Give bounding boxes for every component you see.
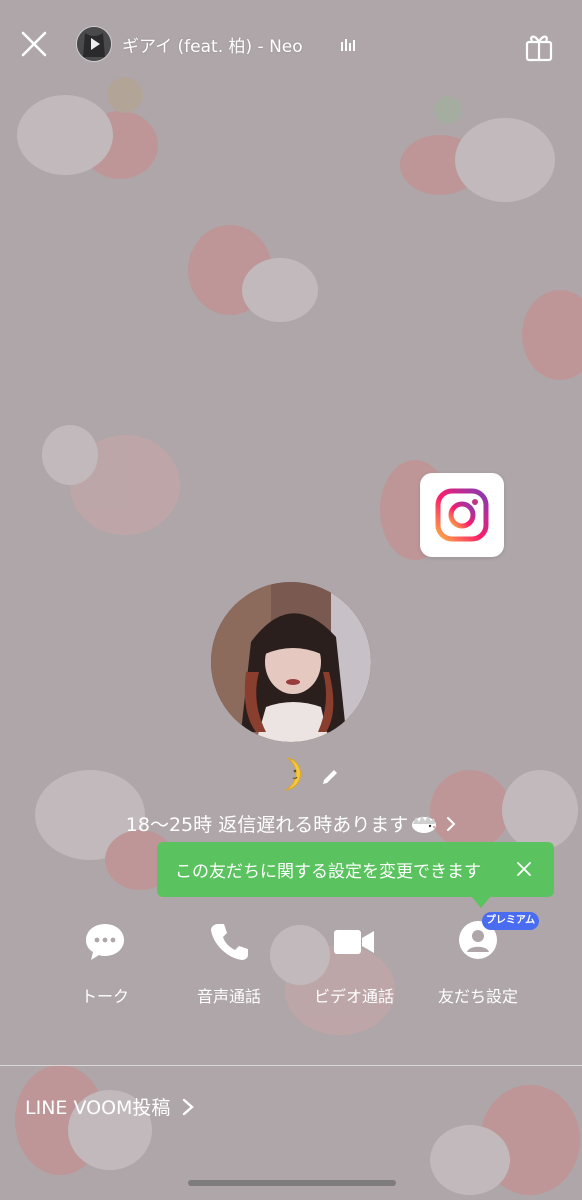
line-voom-posts-link[interactable]: LINE VOOM投稿: [25, 1093, 195, 1120]
talk-button[interactable]: トーク: [45, 920, 165, 1010]
status-emoji: [278, 756, 308, 792]
status-message-row[interactable]: 18〜25時 返信遅れる時あります: [0, 810, 582, 837]
tooltip-close-icon[interactable]: [516, 861, 532, 877]
instagram-link-button[interactable]: [420, 473, 504, 557]
instagram-icon: [435, 488, 489, 542]
gift-icon: [525, 35, 553, 62]
gift-button[interactable]: [525, 32, 553, 62]
music-thumbnail: [76, 26, 112, 62]
equalizer-icon: [340, 39, 355, 51]
phone-icon: [211, 924, 248, 960]
hedgehog-icon: [412, 815, 437, 833]
close-icon: [21, 31, 47, 57]
divider: [0, 1065, 582, 1066]
home-indicator[interactable]: [188, 1180, 396, 1186]
action-bar: トーク 音声通話 ビデオ通話 友だち設定: [0, 920, 582, 1010]
chat-bubble-icon: [86, 924, 124, 960]
friend-settings-label: 友だち設定: [437, 987, 518, 1006]
friend-settings-button[interactable]: 友だち設定: [418, 920, 538, 1010]
video-call-label: ビデオ通話: [313, 987, 394, 1006]
voice-call-label: 音声通話: [196, 987, 261, 1006]
chevron-right-icon: [447, 816, 456, 831]
chevron-right-icon: [183, 1098, 195, 1115]
close-button[interactable]: [18, 28, 50, 60]
edit-status-button[interactable]: [320, 767, 340, 787]
top-bar: ギアイ (feat. 柏) - Neo: [0, 0, 582, 90]
status-message: 18〜25時 返信遅れる時あります: [125, 814, 409, 836]
pencil-icon: [323, 770, 337, 784]
profile-music[interactable]: ギアイ (feat. 柏) - Neo: [76, 26, 355, 62]
voice-call-button[interactable]: 音声通話: [169, 920, 289, 1010]
video-camera-icon: [334, 930, 374, 954]
friend-settings-tooltip: この友だちに関する設定を変更できます: [157, 842, 554, 908]
talk-label: トーク: [80, 987, 129, 1006]
premium-badge: プレミアム: [482, 912, 539, 930]
crescent-moon-icon: [285, 757, 301, 791]
profile-avatar[interactable]: [211, 582, 371, 742]
video-call-button[interactable]: ビデオ通話: [294, 920, 414, 1010]
tooltip-arrow: [471, 896, 491, 908]
voom-label: LINE VOOM投稿: [25, 1097, 171, 1119]
tooltip-text: この友だちに関する設定を変更できます: [175, 862, 481, 882]
avatar-photo: [211, 582, 371, 742]
music-title: ギアイ (feat. 柏) - Neo: [122, 36, 303, 57]
play-icon: [77, 27, 111, 61]
